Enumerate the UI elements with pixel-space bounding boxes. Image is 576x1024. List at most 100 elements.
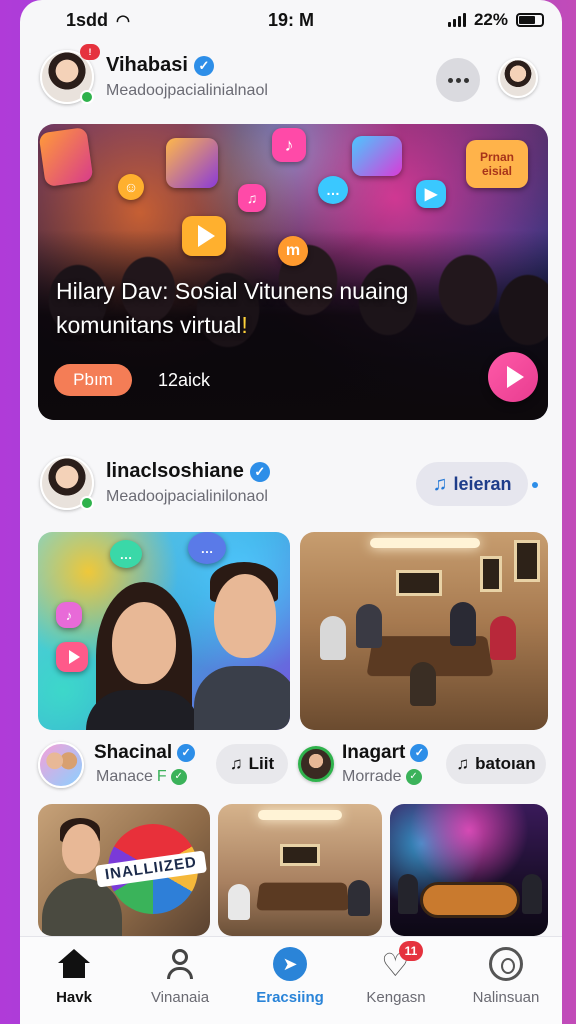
tab-send[interactable]: ➤ Eracsiing bbox=[236, 947, 344, 1017]
bottom-tab-bar: Havk Vinanaia ➤ Eracsiing ♡ 11 Kengasn N… bbox=[20, 936, 562, 1024]
check-icon: ✓ bbox=[405, 769, 422, 785]
send-icon: ➤ bbox=[273, 947, 307, 981]
more-options-button[interactable] bbox=[436, 58, 480, 102]
featured-title-text: Hilary Dav: Sosial Vitunens nuaing komun… bbox=[56, 278, 409, 338]
mini-user-subtitle-suffix: F bbox=[156, 768, 167, 785]
post-author-row: linaclsoshiane ✓ bbox=[106, 460, 270, 483]
featured-action-button[interactable]: Pbım bbox=[54, 364, 132, 396]
battery-percent: 22% bbox=[473, 10, 508, 29]
photo-card-club[interactable] bbox=[390, 804, 548, 936]
ceiling-light bbox=[258, 810, 342, 820]
post-author-subtitle: Meadoojpacialinilonaol bbox=[106, 488, 268, 505]
app-screen: 1sdd ◠ 19: M 22% ! Vihabasi ✓ Meadoojpac… bbox=[20, 0, 562, 1024]
face-icon bbox=[489, 947, 523, 981]
send-icon: ▶ bbox=[416, 180, 446, 208]
person bbox=[348, 880, 370, 916]
photo-card-lounge[interactable] bbox=[218, 804, 382, 936]
chat-icon: … bbox=[110, 540, 142, 568]
post-avatar[interactable] bbox=[40, 456, 94, 510]
tab-account[interactable]: Nalinsuan bbox=[452, 947, 560, 1017]
speech-bubble: Prnan eisial bbox=[466, 140, 528, 188]
photo-card-ball[interactable]: INALLIIZED bbox=[38, 804, 210, 936]
mini-avatar[interactable] bbox=[298, 746, 334, 782]
music-icon: ♫ bbox=[238, 184, 266, 212]
person bbox=[450, 602, 476, 646]
person bbox=[490, 616, 516, 660]
tab-label: Havk bbox=[56, 989, 92, 1006]
mini-user-subtitle-row: Manace F ✓ bbox=[96, 768, 187, 786]
person bbox=[410, 662, 436, 706]
photo-bubble bbox=[352, 136, 402, 176]
wall-frame bbox=[480, 556, 502, 592]
online-indicator bbox=[80, 496, 94, 510]
profile-icon bbox=[163, 947, 197, 981]
carrier-text: 1sdd bbox=[66, 10, 109, 30]
online-indicator bbox=[80, 90, 94, 104]
play-button[interactable] bbox=[488, 352, 538, 402]
mini-user-name: Inagart bbox=[342, 742, 406, 763]
music-icon: ♪ bbox=[272, 128, 306, 162]
verified-icon: ✓ bbox=[249, 461, 270, 482]
pool-table bbox=[420, 882, 520, 918]
man-face bbox=[214, 574, 276, 658]
photo-bubble bbox=[38, 126, 94, 188]
mini-user-name-row: Inagart ✓ bbox=[342, 742, 429, 764]
lounge-table bbox=[256, 882, 350, 911]
music-note-icon: ♫ bbox=[456, 754, 470, 773]
music-icon: ♪ bbox=[56, 602, 82, 628]
play-icon bbox=[506, 366, 524, 388]
wall-frame bbox=[514, 540, 540, 582]
chat-icon: … bbox=[188, 532, 226, 564]
profile-subtitle: Meadoojpacialinialnaol bbox=[106, 82, 268, 99]
mini-user-subtitle-row: Morrade ✓ bbox=[342, 768, 422, 786]
wall-frame bbox=[396, 570, 442, 596]
action-button[interactable]: ♫ batoıan bbox=[446, 744, 546, 784]
list-button[interactable]: ♫ Liit bbox=[216, 744, 288, 784]
tab-home[interactable]: Havk bbox=[20, 947, 128, 1017]
mini-user-subtitle: Manace bbox=[96, 768, 153, 785]
man-shirt bbox=[42, 878, 122, 936]
unread-dot bbox=[532, 482, 538, 488]
photo-bubble bbox=[166, 138, 218, 188]
photo-card-couple[interactable]: … … ♪ bbox=[38, 532, 290, 730]
featured-card[interactable]: ♪ Prnan eisial ☺ ♫ … ▶ m Hilary Dav: Sos… bbox=[38, 124, 548, 420]
featured-count: 12aick bbox=[158, 370, 211, 390]
listen-button[interactable]: ♫ leieran bbox=[416, 462, 528, 506]
tab-label: Nalinsuan bbox=[472, 989, 540, 1006]
check-icon: ✓ bbox=[170, 769, 187, 785]
verified-icon: ✓ bbox=[177, 744, 196, 762]
heart-icon: ♡ 11 bbox=[379, 941, 423, 981]
tab-activity[interactable]: ♡ 11 Kengasn bbox=[342, 941, 450, 1017]
tab-label: Vinanaia bbox=[150, 989, 210, 1006]
person bbox=[522, 874, 542, 914]
mini-user-name-row: Shacinal ✓ bbox=[94, 742, 196, 764]
mini-user-2: Inagart ✓ Morrade ✓ ♫ batoıan bbox=[298, 740, 548, 792]
featured-title-spark: ! bbox=[241, 312, 248, 338]
music-note-icon: ♫ bbox=[229, 754, 243, 773]
post-header: linaclsoshiane ✓ Meadoojpacialinilonaol … bbox=[20, 452, 562, 518]
man-face bbox=[62, 824, 100, 874]
tab-label: Eracsiing bbox=[256, 989, 324, 1006]
emoji-icon: ☺ bbox=[118, 174, 144, 200]
profile-name-row: Vihabasi ✓ bbox=[106, 54, 214, 77]
status-right: 22% bbox=[447, 10, 544, 30]
account-avatar[interactable] bbox=[498, 58, 538, 98]
play-icon bbox=[56, 642, 88, 672]
battery-icon bbox=[516, 13, 544, 27]
mini-user-subtitle: Morrade bbox=[342, 768, 402, 785]
notification-badge: 11 bbox=[399, 941, 423, 961]
wall-frame bbox=[280, 844, 320, 866]
signal-icon bbox=[447, 13, 466, 27]
tab-profile[interactable]: Vinanaia bbox=[126, 947, 234, 1017]
verified-icon: ✓ bbox=[193, 55, 214, 76]
ceiling-light bbox=[370, 538, 480, 548]
person bbox=[356, 604, 382, 648]
home-icon bbox=[57, 947, 91, 981]
carrier-group: 1sdd ◠ bbox=[66, 10, 130, 31]
mini-user-1: Shacinal ✓ Manace F ✓ ♫ Liit bbox=[38, 740, 290, 792]
action-button-label: batoıan bbox=[475, 754, 536, 773]
wifi-icon: ◠ bbox=[116, 12, 130, 30]
group-avatar[interactable] bbox=[38, 742, 84, 788]
photo-card-meeting[interactable] bbox=[300, 532, 548, 730]
notification-badge: ! bbox=[80, 44, 100, 60]
